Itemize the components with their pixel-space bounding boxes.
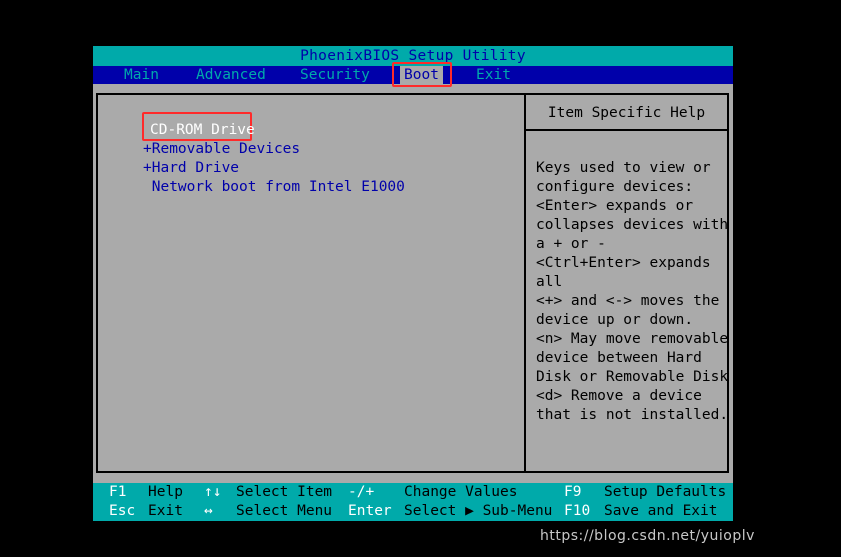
key-esc: Esc — [109, 503, 136, 519]
help-line: configure devices: — [536, 179, 694, 195]
menu-security[interactable]: Security — [296, 66, 374, 84]
help-line: device up or down. — [536, 312, 694, 328]
menu-exit[interactable]: Exit — [472, 66, 515, 84]
help-line: Keys used to view or — [536, 160, 711, 176]
menu-main[interactable]: Main — [120, 66, 163, 84]
key-esc-desc: Exit — [148, 503, 183, 519]
help-heading: Item Specific Help — [547, 105, 706, 121]
help-separator — [526, 129, 727, 131]
boot-item-removable[interactable]: +Removable Devices — [143, 140, 300, 159]
key-f9: F9 — [564, 484, 582, 500]
help-line: collapses devices with — [536, 217, 729, 233]
key-f1-desc: Help — [148, 484, 183, 500]
key-minus-plus-desc: Change Values — [404, 484, 518, 500]
key-f10-desc: Save and Exit — [604, 503, 718, 519]
help-line: device between Hard — [536, 350, 702, 366]
help-line: a + or - — [536, 236, 606, 252]
help-text: Keys used to view or configure devices: … — [536, 159, 729, 425]
key-updown-desc: Select Item — [236, 484, 333, 500]
help-line: all — [536, 274, 563, 290]
key-f1: F1 — [109, 484, 127, 500]
help-line: <Ctrl+Enter> expands — [536, 255, 711, 271]
help-line: <Enter> expands or — [536, 198, 694, 214]
key-leftright-desc: Select Menu — [236, 503, 333, 519]
watermark: https://blog.csdn.net/yuioplv — [540, 528, 755, 544]
boot-panel: CD-ROM Drive +Removable Devices +Hard Dr… — [96, 93, 729, 473]
boot-tab-highlight — [392, 62, 452, 87]
boot-item-cd-rom[interactable]: CD-ROM Drive — [150, 121, 255, 140]
key-enter-desc: Select ▶ Sub-Menu — [404, 503, 553, 519]
help-line: that is not installed. — [536, 407, 729, 423]
key-legend-footer: F1 Help ↑↓ Select Item -/+ Change Values… — [93, 483, 733, 521]
key-f9-desc: Setup Defaults — [604, 484, 727, 500]
key-enter: Enter — [348, 503, 392, 519]
key-up-down-arrows-icon: ↑↓ — [204, 484, 222, 500]
help-line: <+> and <-> moves the — [536, 293, 720, 309]
key-minus-plus: -/+ — [348, 484, 375, 500]
boot-item-hard-drive[interactable]: +Hard Drive — [143, 159, 239, 178]
menu-advanced[interactable]: Advanced — [192, 66, 270, 84]
help-line: Disk or Removable Disk — [536, 369, 729, 385]
bios-screen: PhoenixBIOS Setup Utility Main Advanced … — [93, 46, 733, 521]
key-f10: F10 — [564, 503, 591, 519]
help-line: <d> Remove a device — [536, 388, 702, 404]
boot-item-network[interactable]: Network boot from Intel E1000 — [143, 178, 405, 197]
help-line: <n> May move removable — [536, 331, 729, 347]
help-divider — [524, 95, 526, 471]
key-left-right-arrows-icon: ↔ — [204, 503, 213, 519]
